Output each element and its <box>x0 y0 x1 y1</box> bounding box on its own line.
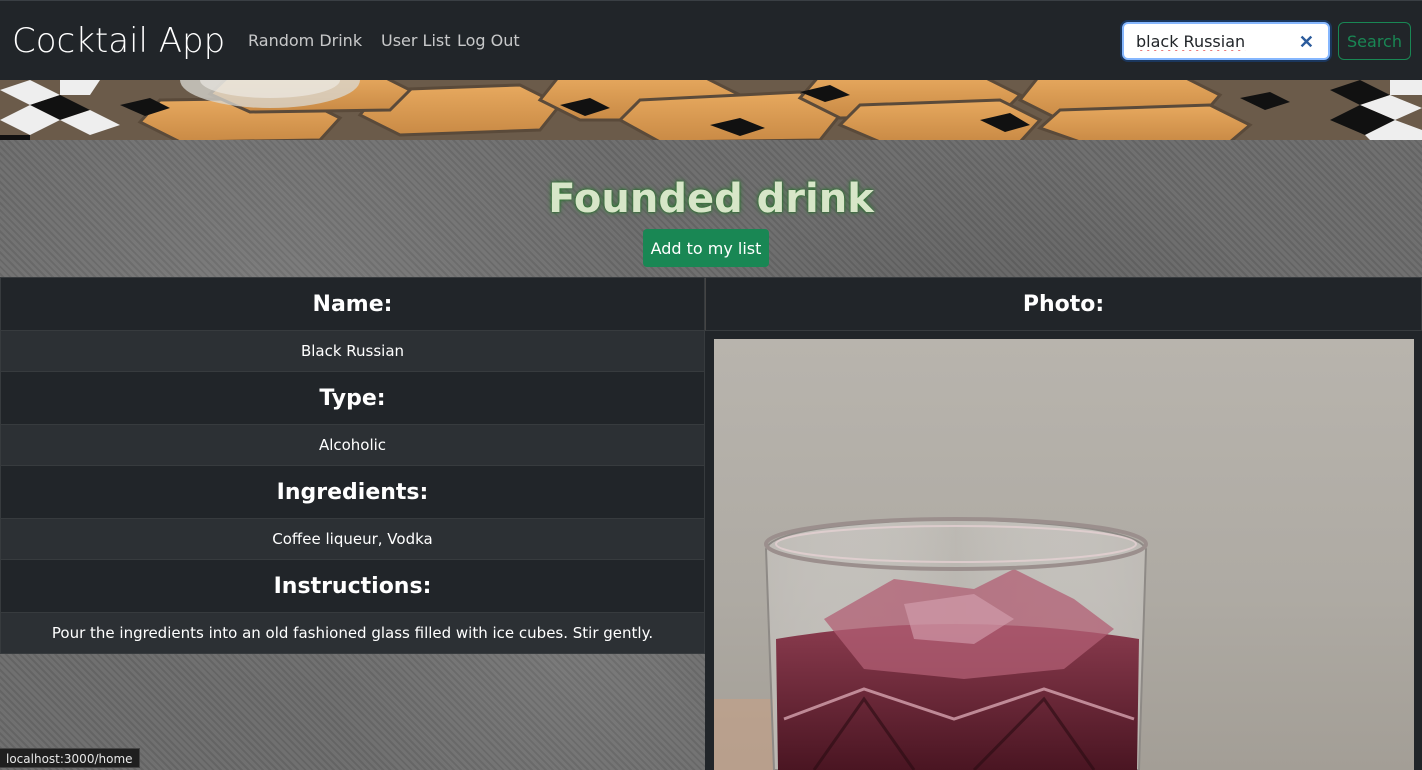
search-button[interactable]: Search <box>1338 22 1411 60</box>
instructions-value: Pour the ingredients into an old fashion… <box>0 613 705 654</box>
page-title: Founded drink <box>548 176 874 222</box>
type-value: Alcoholic <box>0 425 705 466</box>
photo-heading: Photo: <box>705 277 1422 331</box>
search-input[interactable] <box>1136 31 1286 51</box>
name-heading: Name: <box>0 277 705 331</box>
nav-random-drink[interactable]: Random Drink <box>248 31 362 51</box>
add-to-list-button[interactable]: Add to my list <box>643 229 769 267</box>
status-bar-url: localhost:3000/home <box>0 748 140 768</box>
nav-user-list[interactable]: User List <box>381 31 451 51</box>
instructions-heading: Instructions: <box>0 560 705 613</box>
close-icon[interactable]: ✕ <box>1299 32 1314 52</box>
banner-image <box>0 80 1422 140</box>
drink-details-table: Name: Black Russian Type: Alcoholic Ingr… <box>0 277 705 654</box>
navbar: Cocktail App Random Drink User List Log … <box>0 0 1422 80</box>
photo-column: Photo: <box>705 277 1422 770</box>
nav-log-out[interactable]: Log Out <box>457 31 520 51</box>
ingredients-value: Coffee liqueur, Vodka <box>0 519 705 560</box>
ingredients-heading: Ingredients: <box>0 466 705 519</box>
drink-photo <box>714 339 1414 770</box>
name-value: Black Russian <box>0 331 705 372</box>
glass-illustration <box>714 517 1148 770</box>
type-heading: Type: <box>0 372 705 425</box>
brand-logo[interactable]: Cocktail App <box>12 20 225 62</box>
search-box: ✕ <box>1122 22 1330 60</box>
tile-pattern <box>0 80 1422 140</box>
